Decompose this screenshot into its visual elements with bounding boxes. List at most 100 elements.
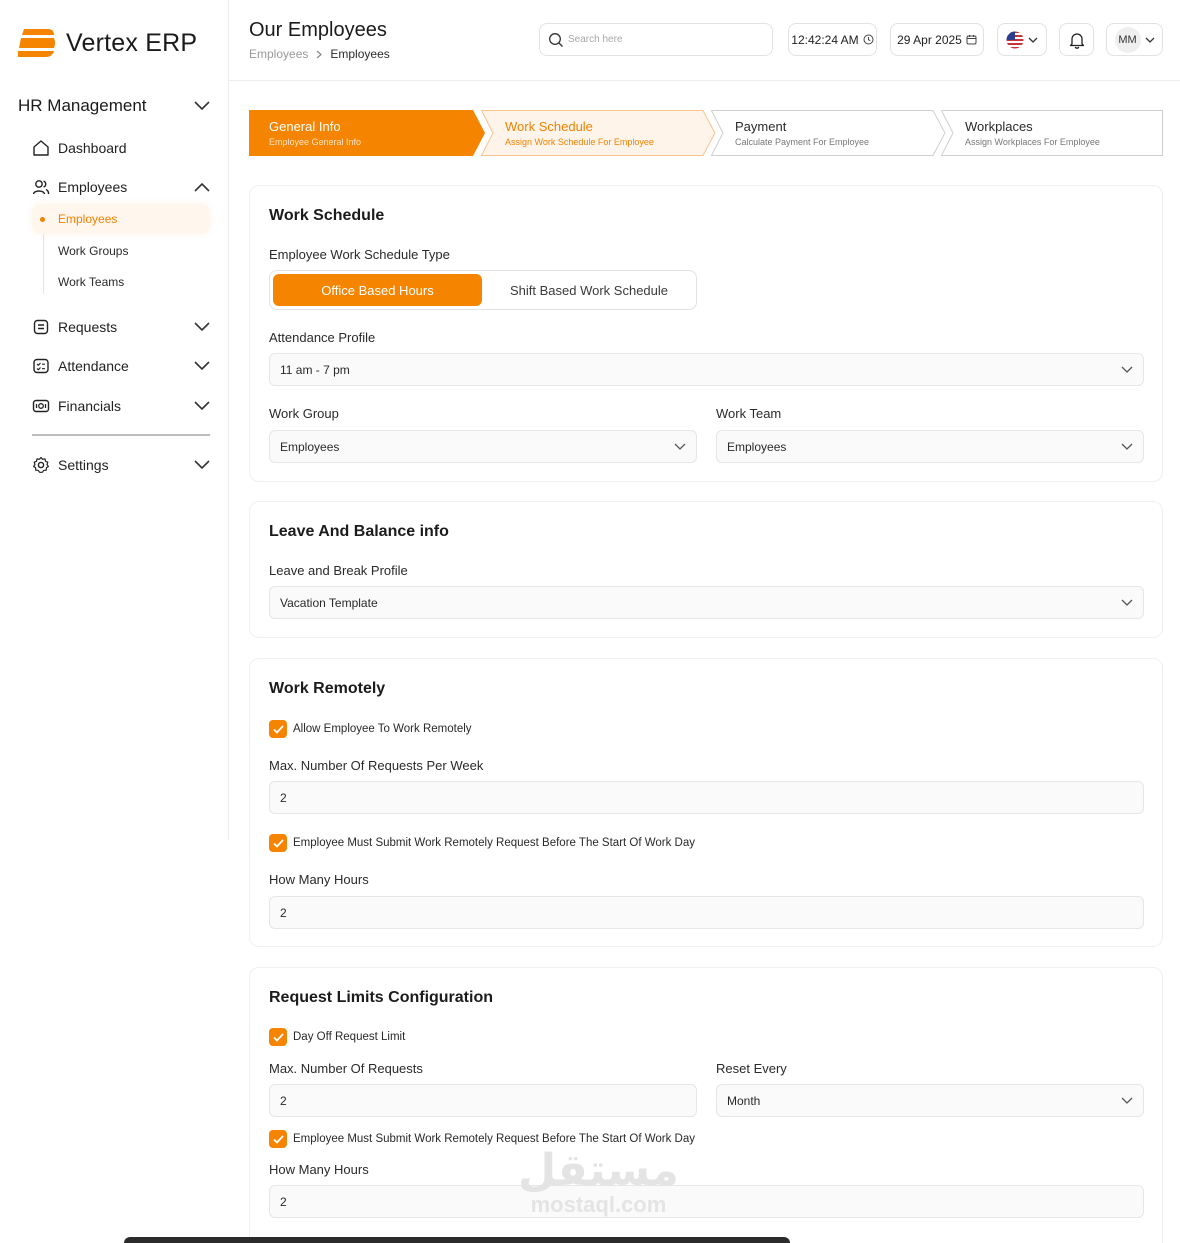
limits-hours-input[interactable]: 2 bbox=[269, 1185, 1144, 1218]
leave-balance-card: Leave And Balance info Leave and Break P… bbox=[249, 501, 1163, 638]
max-requests-input[interactable]: 2 bbox=[269, 1084, 697, 1117]
time-text: 12:42:24 AM bbox=[791, 32, 859, 47]
chevron-down-icon bbox=[1121, 599, 1133, 606]
date-picker[interactable]: 29 Apr 2025 bbox=[890, 23, 984, 56]
limits-hours-label: How Many Hours bbox=[269, 1162, 369, 1177]
step-subtitle: Assign Work Schedule For Employee bbox=[505, 137, 654, 147]
sidebar-item-attendance[interactable]: Attendance bbox=[32, 354, 210, 378]
remote-hours-label: How Many Hours bbox=[269, 872, 369, 887]
home-icon bbox=[33, 140, 49, 156]
sidebar-divider bbox=[32, 434, 210, 436]
work-group-label: Work Group bbox=[269, 406, 339, 421]
sidebar-item-label: Dashboard bbox=[58, 140, 127, 156]
step-work-schedule[interactable]: Work Schedule Assign Work Schedule For E… bbox=[481, 110, 721, 156]
search-box[interactable] bbox=[539, 23, 773, 56]
attendance-profile-label: Attendance Profile bbox=[269, 330, 376, 345]
checkbox-label: Employee Must Submit Work Remotely Reque… bbox=[293, 837, 696, 849]
chevron-down-icon bbox=[674, 443, 686, 450]
select-value: Vacation Template bbox=[280, 595, 378, 610]
top-header: Our Employees Employees Employees 12:42:… bbox=[229, 0, 1180, 81]
step-subtitle: Employee General Info bbox=[269, 137, 362, 147]
step-title: Work Schedule bbox=[505, 119, 593, 134]
chevron-down-icon bbox=[1121, 443, 1133, 450]
bottom-dock-bar bbox=[124, 1237, 790, 1243]
language-switcher[interactable] bbox=[997, 23, 1047, 56]
vertex-logo-icon bbox=[18, 29, 55, 57]
card-title: Work Schedule bbox=[269, 207, 385, 224]
step-subtitle: Calculate Payment For Employee bbox=[735, 137, 870, 147]
input-value: 2 bbox=[280, 1194, 287, 1209]
sidebar-item-employees[interactable]: Employees bbox=[32, 175, 210, 199]
subitem-employees[interactable]: Employees bbox=[32, 204, 210, 234]
chevron-down-icon bbox=[1121, 366, 1133, 373]
brand-logo[interactable]: Vertex ERP bbox=[18, 27, 197, 59]
clock-icon bbox=[863, 34, 874, 45]
step-general-info[interactable]: General Info Employee General Info bbox=[249, 110, 489, 156]
clipboard-icon bbox=[33, 319, 49, 335]
sidebar-item-label: Employees bbox=[58, 179, 128, 195]
check-icon bbox=[269, 1130, 287, 1148]
remote-submit-before-checkbox[interactable]: Employee Must Submit Work Remotely Reque… bbox=[269, 834, 695, 852]
schedule-type-label: Employee Work Schedule Type bbox=[269, 247, 450, 262]
sidebar-item-requests[interactable]: Requests bbox=[32, 315, 210, 339]
checkbox-label: Day Off Request Limit bbox=[293, 1031, 406, 1043]
chevron-down-icon bbox=[194, 101, 210, 111]
section-title: HR Management bbox=[18, 96, 147, 115]
allow-remote-checkbox[interactable]: Allow Employee To Work Remotely bbox=[269, 720, 472, 738]
reset-every-label: Reset Every bbox=[716, 1061, 787, 1076]
max-requests-week-input[interactable]: 2 bbox=[269, 781, 1144, 814]
work-group-select[interactable]: Employees bbox=[269, 430, 697, 463]
check-icon bbox=[269, 720, 287, 738]
search-input[interactable] bbox=[568, 34, 758, 45]
notifications-button[interactable] bbox=[1059, 23, 1094, 56]
max-requests-week-label: Max. Number Of Requests Per Week bbox=[269, 758, 484, 773]
watermark-arabic: مستقل bbox=[518, 1146, 679, 1195]
input-value: 2 bbox=[280, 790, 287, 805]
bell-icon bbox=[1069, 32, 1084, 49]
office-based-hours-option[interactable]: Office Based Hours bbox=[273, 274, 482, 306]
search-icon bbox=[549, 32, 563, 47]
avatar: MM bbox=[1114, 26, 1141, 53]
subitem-work-groups[interactable]: Work Groups bbox=[32, 236, 210, 266]
page-title: Our Employees bbox=[249, 19, 387, 41]
request-limits-card: Request Limits Configuration Day Off Req… bbox=[249, 967, 1163, 1243]
sidebar-item-label: Financials bbox=[58, 398, 122, 414]
breadcrumb-current: Employees bbox=[330, 47, 390, 61]
step-subtitle: Assign Workplaces For Employee bbox=[965, 137, 1100, 147]
sidebar-item-financials[interactable]: Financials bbox=[32, 394, 210, 418]
user-menu[interactable]: MM bbox=[1106, 23, 1163, 56]
breadcrumb-link[interactable]: Employees bbox=[249, 47, 308, 61]
watermark: مستقل mostaql.com bbox=[518, 1148, 679, 1216]
sidebar-item-label: Requests bbox=[58, 319, 118, 335]
date-text: 29 Apr 2025 bbox=[897, 32, 962, 47]
sidebar-item-dashboard[interactable]: Dashboard bbox=[32, 136, 210, 160]
attendance-profile-select[interactable]: 11 am - 7 pm bbox=[269, 353, 1144, 386]
chevron-down-icon bbox=[1028, 37, 1038, 43]
chevron-down-icon bbox=[194, 401, 210, 411]
subitem-work-teams[interactable]: Work Teams bbox=[32, 267, 210, 297]
leave-profile-select[interactable]: Vacation Template bbox=[269, 586, 1144, 619]
select-value: Employees bbox=[280, 439, 340, 454]
step-workplaces[interactable]: Workplaces Assign Workplaces For Employe… bbox=[941, 110, 1163, 156]
remote-hours-input[interactable]: 2 bbox=[269, 896, 1144, 929]
step-payment[interactable]: Payment Calculate Payment For Employee bbox=[711, 110, 951, 156]
shift-based-schedule-option[interactable]: Shift Based Work Schedule bbox=[484, 274, 694, 306]
chevron-down-icon bbox=[194, 460, 210, 470]
input-value: 2 bbox=[280, 905, 287, 920]
work-team-select[interactable]: Employees bbox=[716, 430, 1144, 463]
section-hr-management[interactable]: HR Management bbox=[18, 96, 210, 116]
step-title: Payment bbox=[735, 119, 787, 134]
users-icon bbox=[32, 180, 50, 195]
card-title: Work Remotely bbox=[269, 680, 386, 697]
sidebar: Vertex ERP HR Management Dashboard Emplo… bbox=[0, 0, 229, 840]
select-value: Employees bbox=[727, 439, 787, 454]
dayoff-limit-checkbox[interactable]: Day Off Request Limit bbox=[269, 1028, 405, 1046]
sidebar-item-settings[interactable]: Settings bbox=[32, 453, 210, 477]
step-title: General Info bbox=[269, 119, 341, 134]
reset-every-select[interactable]: Month bbox=[716, 1084, 1144, 1117]
watermark-latin: mostaql.com bbox=[530, 1192, 667, 1217]
leave-profile-label: Leave and Break Profile bbox=[269, 563, 408, 578]
checkbox-label: Allow Employee To Work Remotely bbox=[293, 723, 472, 735]
calendar-icon bbox=[966, 35, 977, 45]
time-display: 12:42:24 AM bbox=[788, 23, 877, 56]
